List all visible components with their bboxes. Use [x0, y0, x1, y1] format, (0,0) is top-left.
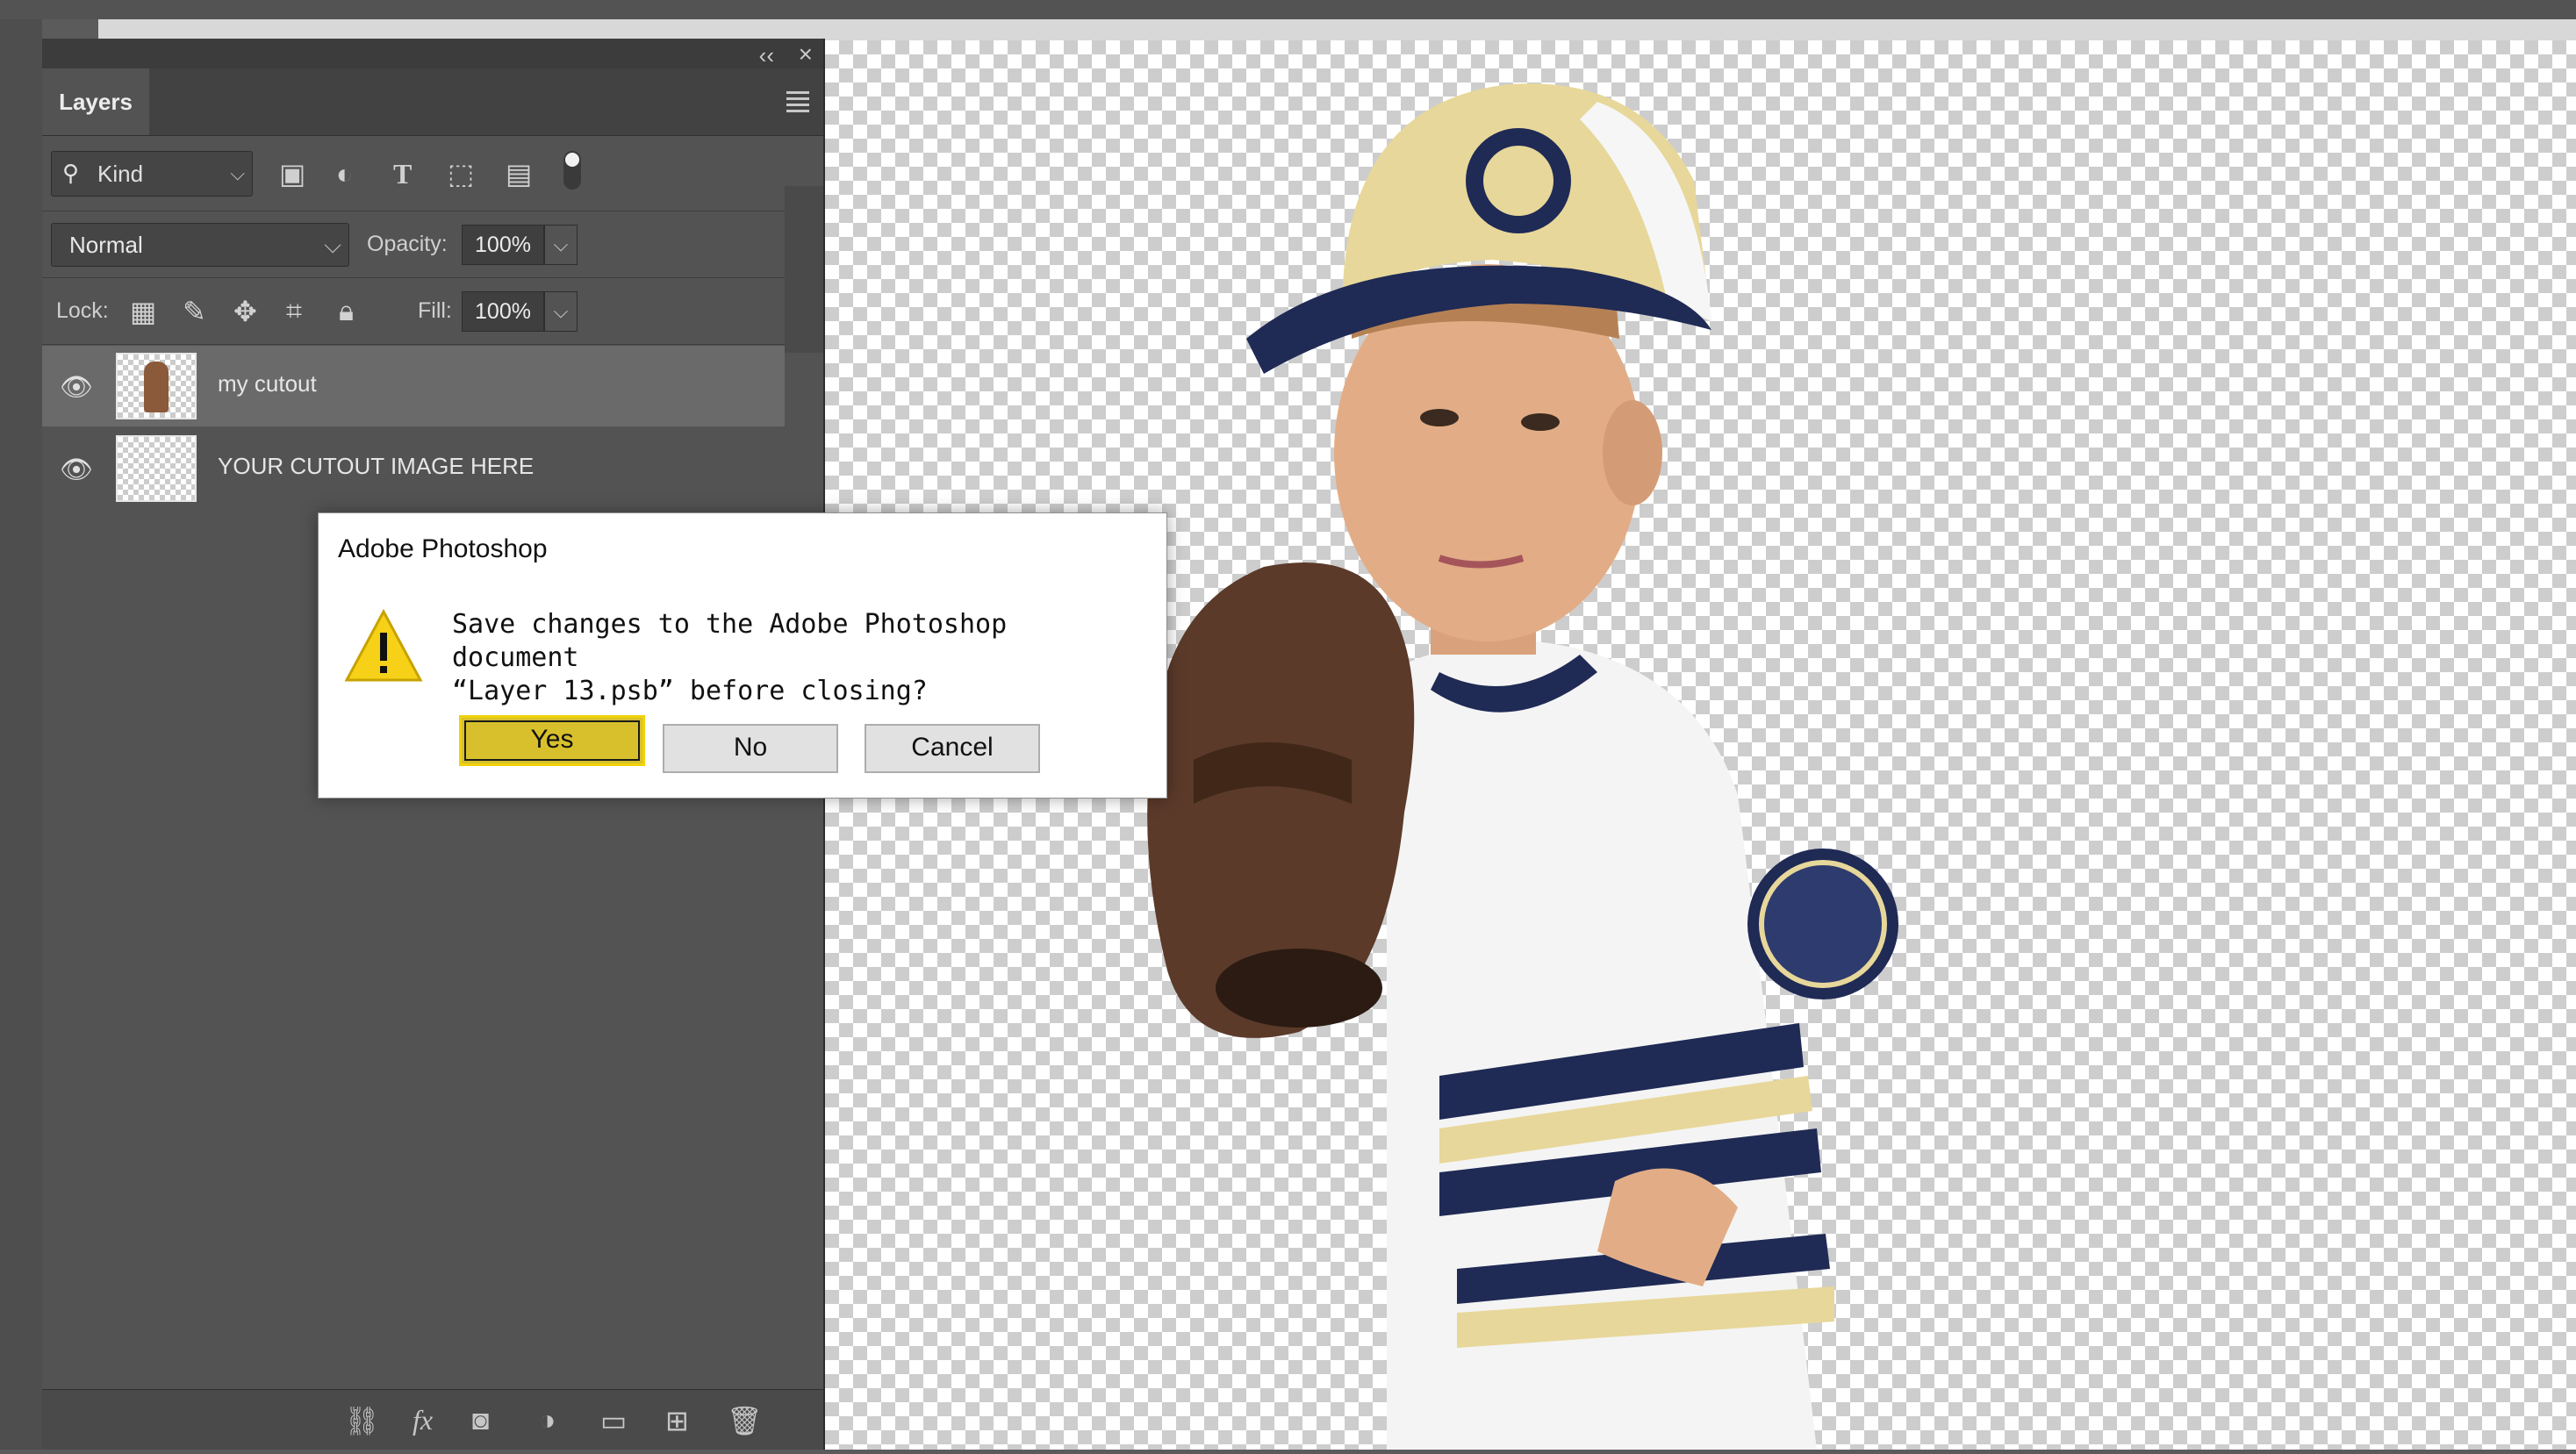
- adjustment-layer-icon[interactable]: ◑: [539, 1404, 556, 1436]
- panel-header: ‹‹ ×: [42, 39, 823, 68]
- layers-footer: ⛓︎ fx ◙ ◑ ▭ ⊞ 🗑︎: [42, 1389, 823, 1450]
- panel-menu-icon[interactable]: [786, 91, 809, 116]
- dialog-title: Adobe Photoshop: [338, 534, 548, 563]
- lock-label: Lock:: [56, 298, 109, 323]
- delete-layer-trash-icon[interactable]: 🗑︎: [727, 1404, 763, 1437]
- type-layer-filter-icon[interactable]: T: [393, 158, 412, 190]
- lock-image-pixels-icon[interactable]: ✎: [183, 295, 206, 328]
- top-bar: [0, 0, 2576, 40]
- filter-toggle[interactable]: [563, 151, 581, 190]
- opacity-input[interactable]: 100%: [462, 225, 544, 265]
- layer-name: my cutout: [218, 370, 317, 397]
- filter-kind-select[interactable]: ⚲ Kind ⌵: [51, 151, 253, 197]
- layer-thumbnail: [116, 353, 197, 419]
- warning-icon: [344, 608, 423, 682]
- shape-layer-filter-icon[interactable]: ⬚: [448, 158, 474, 190]
- new-layer-icon[interactable]: ⊞: [665, 1404, 689, 1437]
- smart-object-filter-icon[interactable]: ▤: [506, 158, 532, 190]
- search-icon: ⚲: [62, 160, 80, 186]
- fill-label: Fill:: [418, 298, 452, 323]
- dialog-message-line2: “Layer 13.psb” before closing?: [452, 676, 928, 706]
- opacity-dropdown[interactable]: ⌵: [544, 225, 578, 265]
- opacity-label: Opacity:: [367, 232, 448, 256]
- dialog-message: Save changes to the Adobe Photoshop docu…: [452, 608, 1145, 708]
- yes-button[interactable]: Yes: [459, 715, 645, 766]
- lock-position-icon[interactable]: ✥: [233, 295, 257, 328]
- fill-dropdown[interactable]: ⌵: [544, 291, 578, 332]
- layer-name: YOUR CUTOUT IMAGE HERE: [218, 453, 535, 479]
- chevron-down-icon: ⌵: [324, 232, 341, 258]
- toggle-knob: [565, 153, 579, 167]
- layers-scrollbar[interactable]: [785, 186, 823, 353]
- add-mask-icon[interactable]: ◙: [472, 1404, 489, 1436]
- lock-artboard-icon[interactable]: ⌗: [286, 295, 302, 328]
- document-tab-strip: [98, 19, 2576, 40]
- fill-input[interactable]: 100%: [462, 291, 544, 332]
- cancel-button[interactable]: Cancel: [865, 724, 1040, 773]
- blend-row: Normal ⌵ Opacity: 100% ⌵: [42, 211, 823, 278]
- tab-layers[interactable]: Layers: [42, 68, 149, 135]
- lock-row: Lock: ▦ ✎ ✥ ⌗ 🔒︎ Fill: 100% ⌵: [42, 277, 823, 345]
- filter-kind-label: Kind: [97, 161, 144, 187]
- no-button[interactable]: No: [663, 724, 838, 773]
- collapse-panel-icon[interactable]: ‹‹: [759, 42, 774, 69]
- eye-visibility-icon[interactable]: 👁︎: [60, 372, 93, 403]
- fx-layer-style-icon[interactable]: fx: [413, 1404, 433, 1436]
- tool-gutter: [0, 19, 42, 1450]
- close-panel-icon[interactable]: ×: [799, 40, 813, 68]
- lock-transparent-pixels-icon[interactable]: ▦: [130, 295, 156, 328]
- save-changes-dialog: Adobe Photoshop Save changes to the Adob…: [318, 512, 1167, 799]
- adjustment-layer-filter-icon[interactable]: ◐: [336, 158, 353, 190]
- blend-mode-value: Normal: [69, 232, 143, 258]
- chevron-down-icon: ⌵: [230, 162, 245, 184]
- dialog-message-line1: Save changes to the Adobe Photoshop docu…: [452, 609, 1008, 673]
- panel-tabs: Layers: [42, 68, 823, 136]
- layer-row-my-cutout[interactable]: 👁︎ my cutout: [42, 346, 785, 426]
- pixel-layer-filter-icon[interactable]: ▣: [279, 158, 305, 190]
- filter-row: ⚲ Kind ⌵ ▣ ◐ T ⬚ ▤: [42, 135, 823, 211]
- layer-thumbnail: [116, 435, 197, 502]
- layer-row-placeholder[interactable]: 👁︎ YOUR CUTOUT IMAGE HERE: [42, 428, 785, 509]
- blend-mode-select[interactable]: Normal ⌵: [51, 223, 349, 267]
- new-group-folder-icon[interactable]: ▭: [600, 1404, 627, 1437]
- link-layers-icon[interactable]: ⛓︎: [344, 1404, 380, 1437]
- eye-visibility-icon[interactable]: 👁︎: [60, 455, 93, 485]
- lock-all-icon[interactable]: 🔒︎: [339, 295, 354, 328]
